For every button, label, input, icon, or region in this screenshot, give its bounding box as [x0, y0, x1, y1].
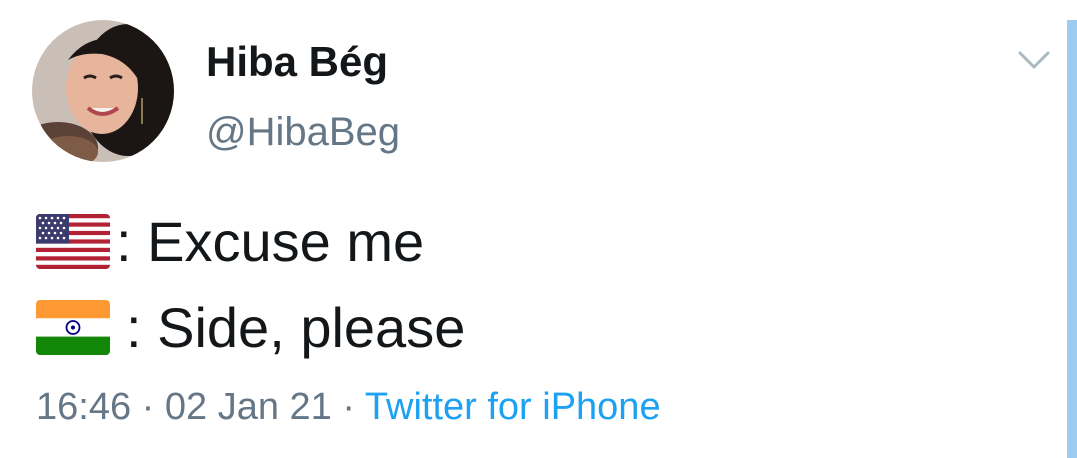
us-flag-icon	[36, 213, 110, 269]
meta-separator: ·	[141, 386, 155, 428]
chevron-down-icon[interactable]	[1014, 45, 1054, 77]
display-name[interactable]: Hiba Bég	[206, 38, 388, 86]
avatar[interactable]	[32, 20, 174, 162]
tweet-meta: 16:46 · 02 Jan 21 · Twitter for iPhone	[36, 386, 661, 429]
tweet-time[interactable]: 16:46	[36, 386, 131, 428]
india-flag-icon	[36, 299, 110, 355]
tweet-text-line: : Side, please	[36, 295, 466, 359]
tweet-date[interactable]: 02 Jan 21	[165, 386, 332, 428]
meta-separator: ·	[342, 386, 356, 428]
tweet-source-link[interactable]: Twitter for iPhone	[365, 386, 661, 428]
scroll-indicator	[1067, 20, 1077, 458]
tweet-card: Hiba Bég @HibaBeg: Excuse me: Side, pl…	[0, 0, 1077, 458]
tweet-text: : Side, please	[126, 295, 466, 359]
tweet-text: : Excuse me	[116, 209, 425, 273]
user-handle[interactable]: @HibaBeg	[206, 110, 400, 155]
tweet-text-line: : Excuse me	[36, 209, 425, 273]
